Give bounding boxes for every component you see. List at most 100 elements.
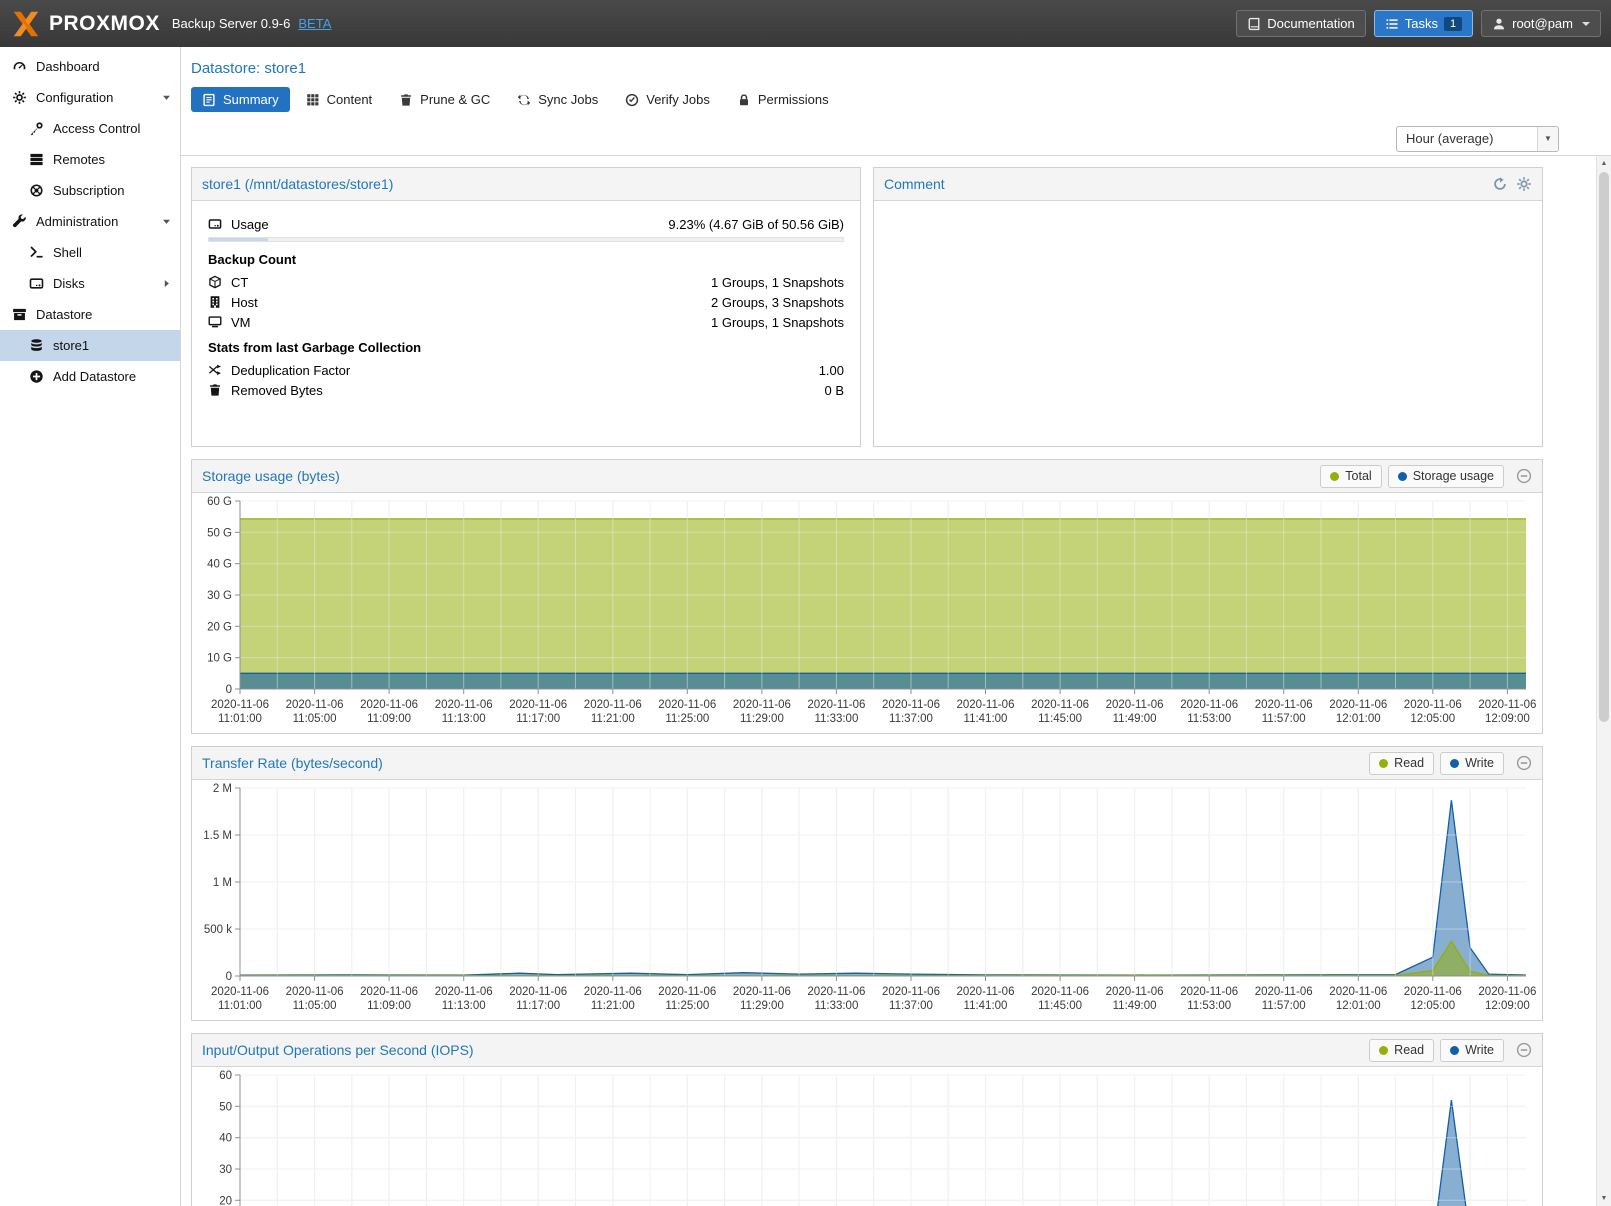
gear-icon[interactable]: [1516, 176, 1532, 192]
tab-sync-jobs[interactable]: Sync Jobs: [506, 87, 609, 112]
sidebar-item-remotes[interactable]: Remotes: [0, 144, 180, 175]
iops-chart: 01020304050602020-11-0611:01:002020-11-0…: [192, 1067, 1542, 1206]
app-root: PROXMOX Backup Server 0.9-6 BETA Documen…: [0, 0, 1611, 1206]
sidebar-item-store1[interactable]: store1: [0, 330, 180, 361]
tab-verify-jobs[interactable]: Verify Jobs: [614, 87, 721, 112]
svg-text:2020-11-06: 2020-11-06: [286, 699, 344, 711]
caret-down-icon: [161, 216, 172, 227]
tab-prune-gc[interactable]: Prune & GC: [388, 87, 501, 112]
servers-icon: [29, 152, 44, 167]
svg-text:2020-11-06: 2020-11-06: [584, 699, 642, 711]
row-value: 1 Groups, 1 Snapshots: [711, 315, 844, 330]
tab-permissions[interactable]: Permissions: [726, 87, 840, 112]
svg-text:60: 60: [219, 1070, 232, 1082]
row-value: 0 B: [824, 383, 844, 398]
svg-text:11:45:00: 11:45:00: [1038, 1000, 1082, 1012]
svg-text:2020-11-06: 2020-11-06: [509, 986, 567, 998]
legend-label: Write: [1465, 756, 1494, 770]
archive-icon: [12, 307, 27, 322]
legend-toggle-read[interactable]: Read: [1369, 1039, 1434, 1062]
legend-toggle-write[interactable]: Write: [1440, 1039, 1504, 1062]
vertical-scrollbar[interactable]: ▲ ▼: [1596, 156, 1611, 1206]
scrollbar-thumb[interactable]: [1599, 172, 1609, 722]
iops-legend: Read Write: [1369, 1039, 1504, 1062]
svg-text:40: 40: [219, 1133, 232, 1145]
usage-row: Usage 9.23% (4.67 GiB of 50.56 GiB): [208, 214, 844, 234]
sidebar-item-label: Disks: [53, 276, 152, 291]
sidebar: Dashboard ConfigurationAccess ControlRemo…: [0, 47, 181, 1206]
sidebar-item-label: Administration: [36, 214, 152, 229]
sidebar-item-shell[interactable]: Shell: [0, 237, 180, 268]
gc-stats-heading: Stats from last Garbage Collection: [208, 340, 844, 355]
reload-icon[interactable]: [1492, 176, 1508, 192]
legend-label: Read: [1394, 1043, 1424, 1057]
sidebar-item-datastore[interactable]: Datastore: [0, 299, 180, 330]
svg-text:11:21:00: 11:21:00: [591, 713, 635, 725]
svg-text:11:53:00: 11:53:00: [1187, 713, 1231, 725]
svg-text:11:25:00: 11:25:00: [665, 1000, 709, 1012]
transfer-rate-chart-title: Transfer Rate (bytes/second): [202, 755, 1361, 771]
svg-text:2020-11-06: 2020-11-06: [957, 986, 1015, 998]
svg-text:30 G: 30 G: [207, 590, 232, 602]
tasks-button[interactable]: Tasks 1: [1374, 10, 1473, 37]
scroll-up-button[interactable]: ▲: [1597, 156, 1611, 171]
svg-text:11:09:00: 11:09:00: [367, 713, 411, 725]
summary-panel-body: Usage 9.23% (4.67 GiB of 50.56 GiB) Back…: [192, 201, 860, 413]
beta-link[interactable]: BETA: [298, 16, 331, 31]
svg-text:2020-11-06: 2020-11-06: [882, 699, 940, 711]
grid-icon: [306, 93, 320, 107]
svg-text:11:13:00: 11:13:00: [442, 1000, 486, 1012]
addcircle-icon: [29, 369, 44, 384]
svg-text:11:57:00: 11:57:00: [1262, 713, 1306, 725]
legend-toggle-storage-usage[interactable]: Storage usage: [1388, 465, 1504, 488]
tab-content[interactable]: Content: [295, 87, 384, 112]
cube-icon: [208, 275, 222, 289]
scroll-down-button[interactable]: ▼: [1597, 1191, 1611, 1206]
gauge-icon: [12, 59, 27, 74]
legend-toggle-write[interactable]: Write: [1440, 752, 1504, 775]
comment-panel: Comment: [873, 167, 1543, 447]
svg-text:2020-11-06: 2020-11-06: [1329, 699, 1387, 711]
documentation-button[interactable]: Documentation: [1236, 10, 1365, 37]
sidebar-item-access-control[interactable]: Access Control: [0, 113, 180, 144]
svg-text:2020-11-06: 2020-11-06: [360, 986, 418, 998]
sidebar-item-add-datastore[interactable]: Add Datastore: [0, 361, 180, 392]
proxmox-x-icon: [10, 10, 42, 38]
svg-text:2020-11-06: 2020-11-06: [658, 986, 716, 998]
row-label: Deduplication Factor: [231, 363, 350, 378]
usage-progress-fill: [209, 238, 268, 241]
sidebar-item-label: Dashboard: [36, 59, 172, 74]
legend-toggle-read[interactable]: Read: [1369, 752, 1434, 775]
collapse-icon[interactable]: [1516, 468, 1532, 484]
legend-toggle-total[interactable]: Total: [1320, 465, 1381, 488]
sidebar-item-administration[interactable]: Administration: [0, 206, 180, 237]
svg-text:2020-11-06: 2020-11-06: [1106, 986, 1164, 998]
transfer-rate-legend: Read Write: [1369, 752, 1504, 775]
time-range-select[interactable]: Hour (average) ▼: [1396, 126, 1559, 152]
svg-text:2020-11-06: 2020-11-06: [509, 699, 567, 711]
sidebar-item-disks[interactable]: Disks: [0, 268, 180, 299]
svg-text:0: 0: [226, 971, 232, 983]
terminal-icon: [29, 245, 44, 260]
tab-summary[interactable]: Summary: [191, 87, 290, 112]
comment-panel-title: Comment: [884, 176, 1484, 192]
svg-text:12:01:00: 12:01:00: [1336, 1000, 1381, 1012]
sidebar-item-dashboard[interactable]: Dashboard: [0, 51, 180, 82]
row-label: VM: [231, 315, 251, 330]
top-header: PROXMOX Backup Server 0.9-6 BETA Documen…: [0, 0, 1611, 47]
sidebar-item-configuration[interactable]: Configuration: [0, 82, 180, 113]
svg-text:12:01:00: 12:01:00: [1336, 713, 1381, 725]
user-menu-button[interactable]: root@pam: [1481, 10, 1601, 37]
key-icon: [29, 121, 44, 136]
svg-text:50 G: 50 G: [207, 527, 232, 539]
brand-wordmark: PROXMOX: [49, 12, 160, 36]
collapse-icon[interactable]: [1516, 1042, 1532, 1058]
collapse-icon[interactable]: [1516, 755, 1532, 771]
svg-text:40 G: 40 G: [207, 559, 232, 571]
svg-text:1 M: 1 M: [213, 877, 232, 889]
sidebar-item-subscription[interactable]: Subscription: [0, 175, 180, 206]
iops-chart-panel: Input/Output Operations per Second (IOPS…: [191, 1033, 1543, 1206]
row-label: Removed Bytes: [231, 383, 323, 398]
svg-text:2020-11-06: 2020-11-06: [1180, 699, 1238, 711]
svg-text:11:41:00: 11:41:00: [964, 1000, 1008, 1012]
